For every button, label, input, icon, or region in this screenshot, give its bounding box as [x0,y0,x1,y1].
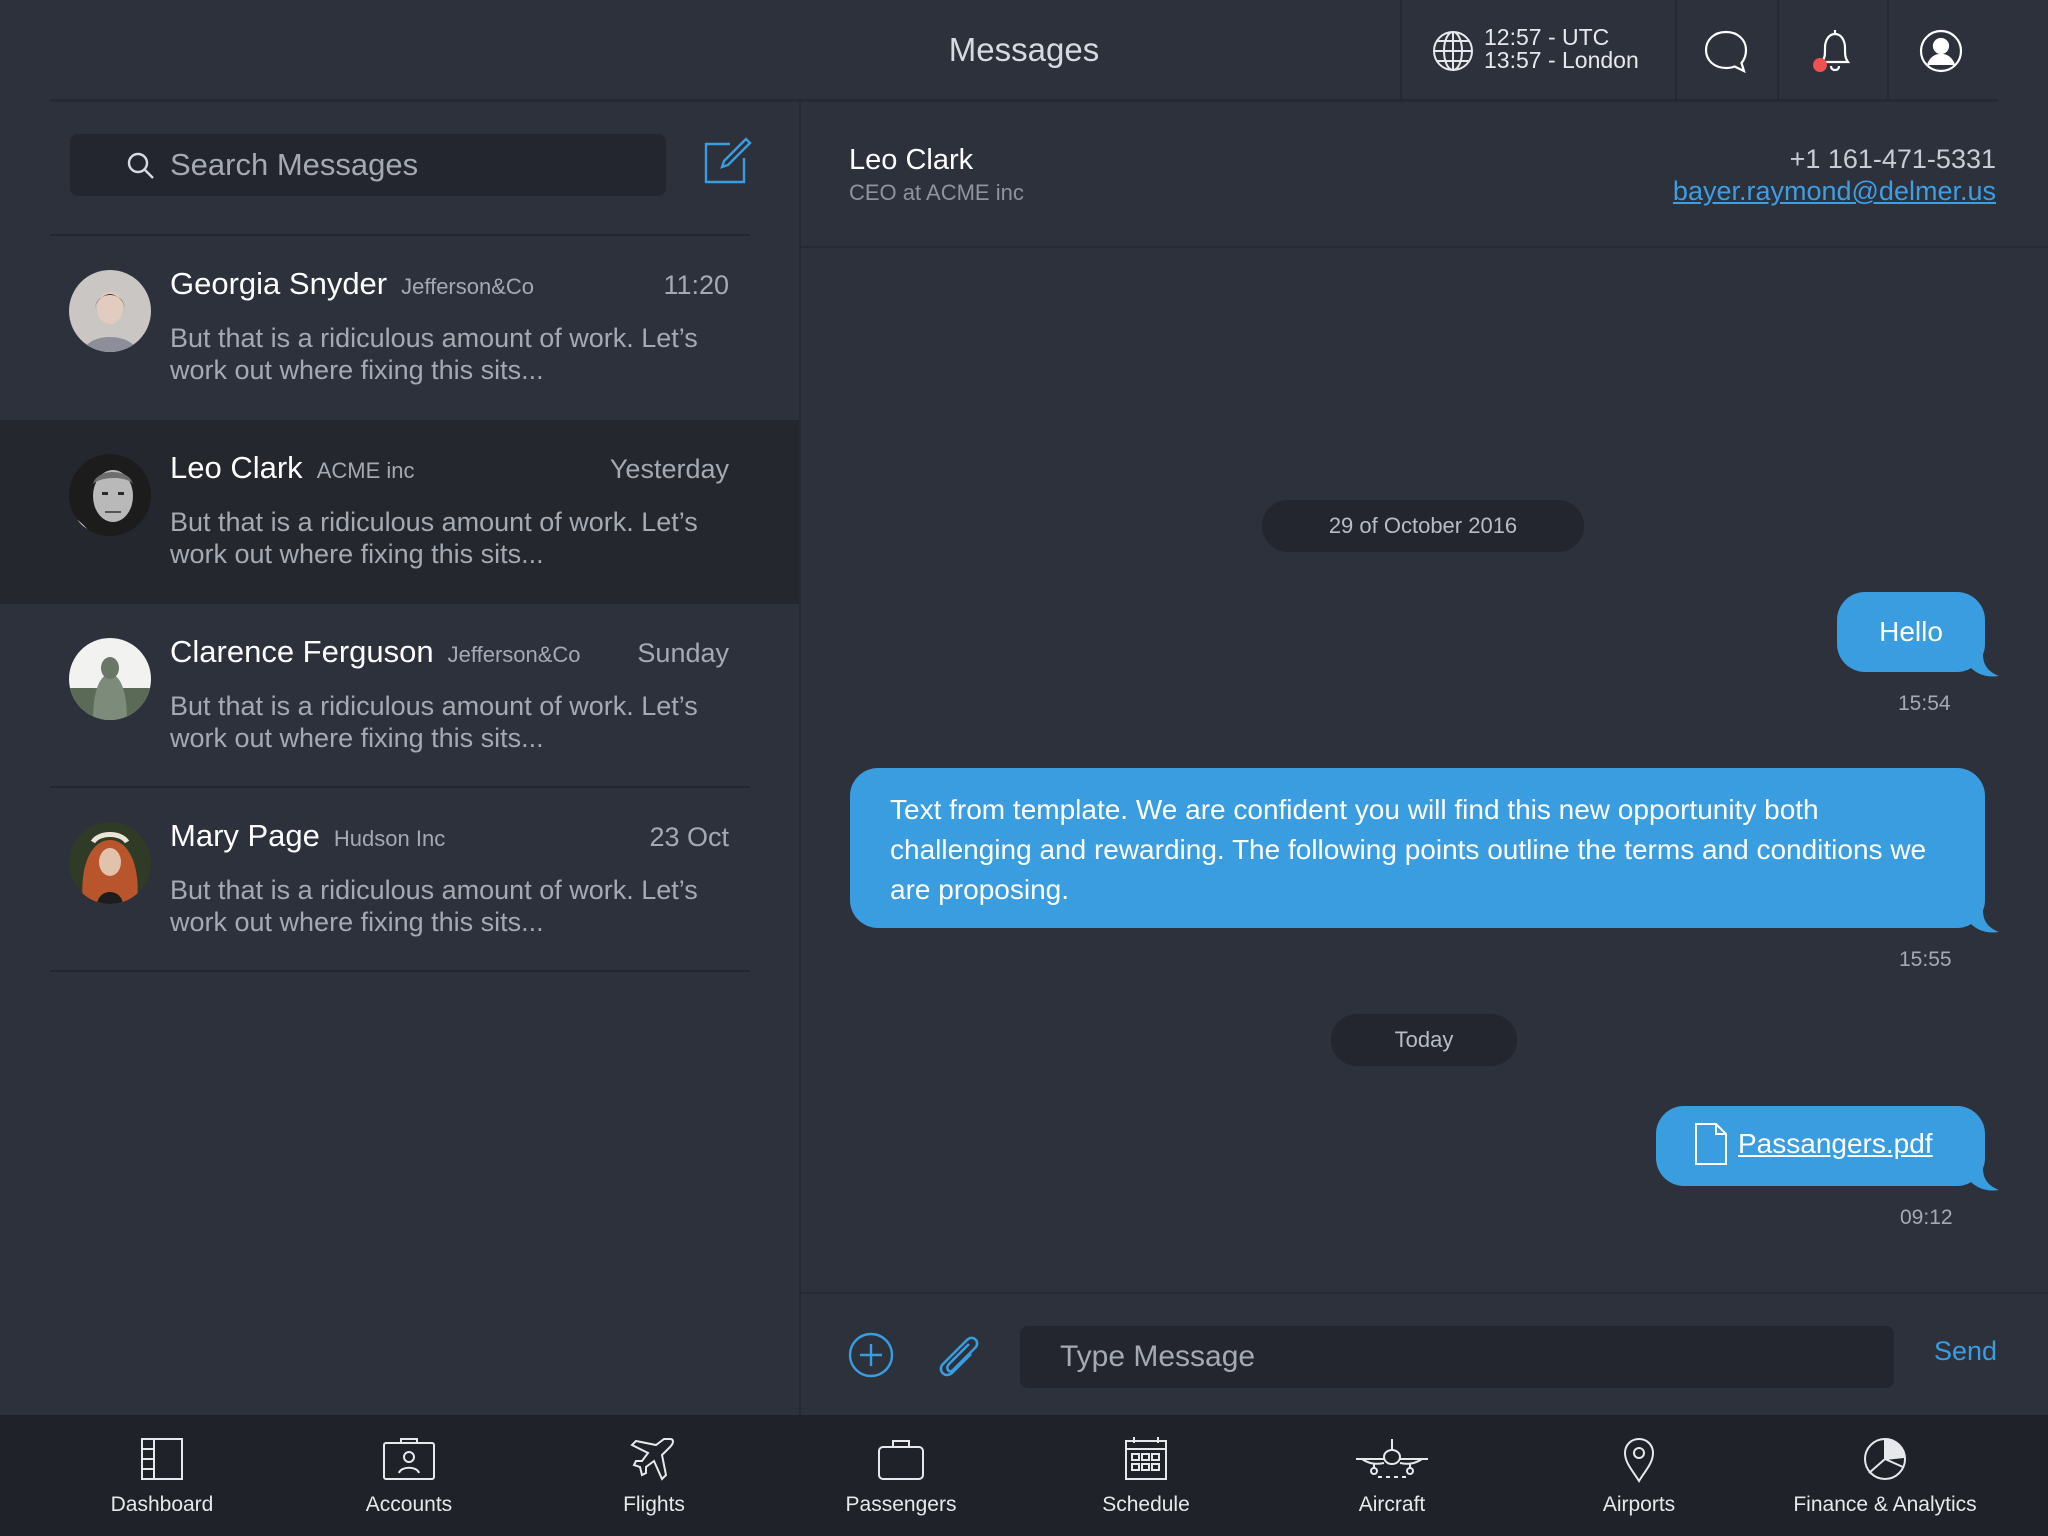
contact-name: Mary Page [170,818,320,853]
message-preview: But that is a ridiculous amount of work.… [170,323,698,385]
tab-label: Finance & Analytics [1793,1493,1977,1516]
message-preview: But that is a ridiculous amount of work.… [170,875,698,937]
tab-passengers[interactable]: Passengers [801,1415,1001,1536]
search-icon [126,151,156,181]
message-time: 15:54 [1898,692,1951,715]
tab-label: Dashboard [110,1493,214,1516]
bottom-tab-bar: Dashboard Accounts Flights Passengers Sc… [0,1415,2048,1536]
tab-finance-analytics[interactable]: Finance & Analytics [1785,1415,1985,1536]
user-profile-icon[interactable] [1914,24,1968,78]
avatar [69,454,151,536]
message-text: Hello [1879,616,1943,647]
message-input[interactable] [1020,1326,1894,1388]
tab-label: Flights [623,1493,685,1516]
pie-chart-icon [1857,1435,1913,1483]
tab-schedule[interactable]: Schedule [1046,1415,1246,1536]
avatar [69,638,151,720]
add-circle-icon[interactable] [848,1332,894,1378]
tab-accounts[interactable]: Accounts [309,1415,509,1536]
compose-icon[interactable] [700,134,754,188]
conversation-time: Sunday [637,638,729,668]
conversation-time: Yesterday [609,454,729,484]
globe-icon [1432,30,1474,72]
date-divider: 29 of October 2016 [1262,500,1584,552]
message-bubble[interactable]: Text from template. We are confident you… [850,768,1999,933]
conversation-item-selected[interactable]: Leo Clark ACME inc Yesterday But that is … [0,420,799,604]
contact-company: ACME inc [316,458,415,483]
contact-phone[interactable]: +1 161-471-5331 [1790,144,1996,175]
send-button[interactable]: Send [1934,1336,1997,1367]
message-time: 09:12 [1900,1206,1953,1229]
tab-dashboard[interactable]: Dashboard [62,1415,262,1536]
contact-company: Hudson Inc [333,826,446,851]
tab-airports[interactable]: Airports [1539,1415,1739,1536]
bubble-tail [1971,654,1999,678]
top-bar: Messages 12:57 - UTC 13:57 - London [0,0,2048,102]
avatar [69,270,151,352]
bubble-tail [1971,910,1999,934]
notification-dot [1813,58,1827,72]
conversation-list-panel: Georgia Snyder Jefferson&Co 11:20 But tha… [0,102,799,1415]
date-divider: Today [1331,1014,1517,1066]
bubble-tail [1971,1168,1999,1192]
contact-title: CEO at ACME inc [849,180,1024,205]
message-time: 15:55 [1899,948,1952,971]
aircraft-icon [1354,1435,1430,1483]
briefcase-icon [873,1435,929,1483]
map-pin-icon [1611,1435,1667,1483]
chat-bubble-icon[interactable] [1699,24,1753,78]
file-message-bubble[interactable]: Passangers.pdf [1656,1106,1999,1191]
search-box[interactable] [70,134,666,196]
contact-name: Clarence Ferguson [170,634,434,669]
message-preview: But that is a ridiculous amount of work.… [170,507,698,569]
divider [1777,0,1779,100]
conversation-item[interactable]: Clarence Ferguson Jefferson&Co Sunday But… [0,604,799,788]
contact-name: Leo Clark [170,450,303,485]
tab-label: Aircraft [1358,1493,1426,1516]
accounts-icon [381,1435,437,1483]
conversation-time: 23 Oct [649,822,729,852]
chat-panel: Leo Clark CEO at ACME inc +1 161-471-533… [801,102,2048,1415]
local-time: 13:57 - London [1484,47,1639,73]
conversation-item[interactable]: Georgia Snyder Jefferson&Co 11:20 But tha… [0,236,799,420]
world-clock[interactable]: 12:57 - UTC 13:57 - London [1432,26,1682,76]
tab-label: Schedule [1102,1493,1190,1516]
airplane-icon [626,1435,682,1483]
contact-company: Jefferson&Co [401,274,535,299]
conversation-item[interactable]: Mary Page Hudson Inc 23 Oct But that is a… [0,788,799,972]
contact-company: Jefferson&Co [447,642,581,667]
calendar-icon [1118,1435,1174,1483]
tab-aircraft[interactable]: Aircraft [1292,1415,1492,1536]
tab-label: Airports [1602,1493,1676,1516]
divider [1675,0,1677,100]
tab-label: Passengers [845,1493,957,1516]
contact-name: Leo Clark [849,144,974,176]
attachment-link[interactable]: Passangers.pdf [1738,1128,1933,1160]
dashboard-icon [134,1435,190,1483]
conversation-time: 11:20 [663,270,729,300]
avatar [69,822,151,904]
contact-name: Georgia Snyder [170,266,388,301]
tab-label: Accounts [365,1493,453,1516]
contact-header: Leo Clark CEO at ACME inc +1 161-471-533… [801,102,2048,248]
divider [1887,0,1889,100]
search-input[interactable] [170,134,650,196]
composer-divider [801,1292,2048,1294]
divider [1400,0,1402,100]
message-bubble[interactable]: Hello [1837,592,1999,677]
message-text: Text from template. We are confident you… [890,794,1927,905]
list-divider [50,970,750,972]
message-preview: But that is a ridiculous amount of work.… [170,691,698,753]
document-icon [1694,1122,1728,1166]
header-divider [801,246,2048,248]
paperclip-icon[interactable] [933,1330,983,1380]
tab-flights[interactable]: Flights [554,1415,754,1536]
contact-email-link[interactable]: bayer.raymond@delmer.us [1673,176,1996,207]
utc-time: 12:57 - UTC [1484,24,1610,50]
bell-icon[interactable] [1808,24,1862,78]
